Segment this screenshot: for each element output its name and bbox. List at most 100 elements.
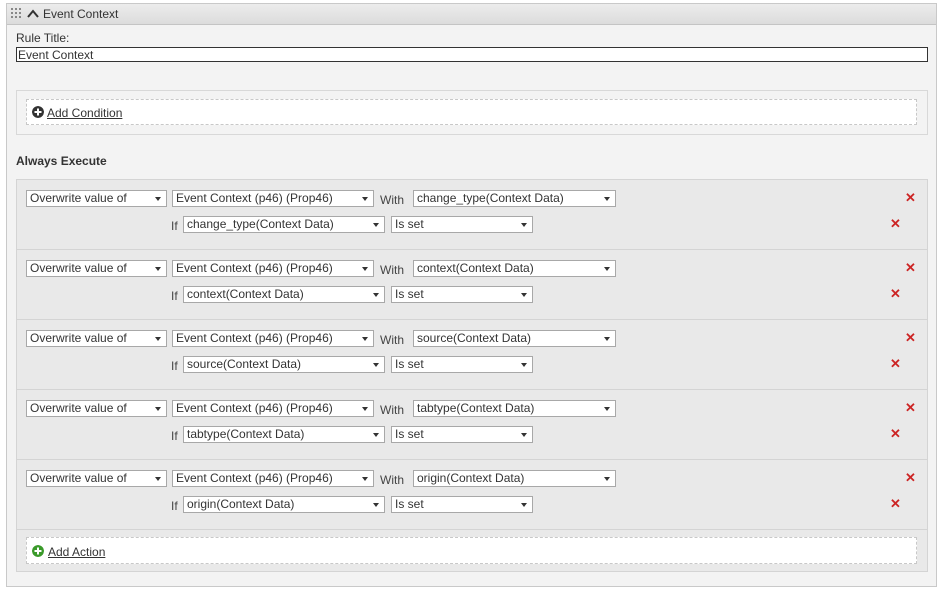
- with-value: origin(Context Data): [417, 471, 525, 485]
- delete-condition-close-icon[interactable]: ✕: [890, 217, 901, 230]
- add-action-link[interactable]: Add Action: [48, 545, 105, 559]
- delete-action-close-icon[interactable]: ✕: [905, 261, 916, 274]
- add-condition-area: Add Condition: [26, 99, 917, 125]
- if-condition-value: Is set: [395, 287, 424, 301]
- action-row: Overwrite value of Event Context (p46) (…: [17, 250, 927, 320]
- operation-select[interactable]: Overwrite value of: [26, 330, 167, 347]
- rule-panel: Event Context Rule Title: Add Condition …: [6, 3, 937, 587]
- operation-select[interactable]: Overwrite value of: [26, 190, 167, 207]
- with-value: source(Context Data): [417, 331, 532, 345]
- target-variable-select[interactable]: Event Context (p46) (Prop46): [172, 400, 374, 417]
- with-value: context(Context Data): [417, 261, 534, 275]
- plus-circle-icon[interactable]: [32, 106, 44, 118]
- if-label: If: [171, 359, 178, 373]
- panel-header[interactable]: Event Context: [7, 4, 936, 25]
- operation-value: Overwrite value of: [30, 471, 127, 485]
- with-label: With: [380, 473, 404, 487]
- if-variable-select[interactable]: tabtype(Context Data): [183, 426, 385, 443]
- dropdown-arrow-icon: [155, 197, 161, 201]
- dropdown-arrow-icon: [521, 433, 527, 437]
- delete-condition-close-icon[interactable]: ✕: [890, 497, 901, 510]
- target-variable-value: Event Context (p46) (Prop46): [176, 401, 333, 415]
- if-variable-value: change_type(Context Data): [187, 217, 334, 231]
- if-condition-select[interactable]: Is set: [391, 426, 533, 443]
- dropdown-arrow-icon: [362, 267, 368, 271]
- if-label: If: [171, 429, 178, 443]
- operation-value: Overwrite value of: [30, 191, 127, 205]
- if-variable-value: tabtype(Context Data): [187, 427, 305, 441]
- delete-action-close-icon[interactable]: ✕: [905, 191, 916, 204]
- operation-value: Overwrite value of: [30, 401, 127, 415]
- with-label: With: [380, 403, 404, 417]
- operation-select[interactable]: Overwrite value of: [26, 400, 167, 417]
- action-row: Overwrite value of Event Context (p46) (…: [17, 320, 927, 390]
- with-value-select[interactable]: tabtype(Context Data): [413, 400, 616, 417]
- target-variable-value: Event Context (p46) (Prop46): [176, 191, 333, 205]
- rule-title-input[interactable]: [16, 47, 928, 62]
- target-variable-select[interactable]: Event Context (p46) (Prop46): [172, 330, 374, 347]
- dropdown-arrow-icon: [373, 363, 379, 367]
- dropdown-arrow-icon: [604, 197, 610, 201]
- if-variable-value: context(Context Data): [187, 287, 304, 301]
- dropdown-arrow-icon: [362, 477, 368, 481]
- dropdown-arrow-icon: [521, 503, 527, 507]
- always-execute-heading: Always Execute: [16, 154, 107, 168]
- action-row: Overwrite value of Event Context (p46) (…: [17, 460, 927, 530]
- if-variable-select[interactable]: change_type(Context Data): [183, 216, 385, 233]
- drag-grip-icon[interactable]: [11, 8, 21, 18]
- if-condition-select[interactable]: Is set: [391, 356, 533, 373]
- if-variable-value: origin(Context Data): [187, 497, 295, 511]
- with-value-select[interactable]: source(Context Data): [413, 330, 616, 347]
- operation-select[interactable]: Overwrite value of: [26, 260, 167, 277]
- with-label: With: [380, 333, 404, 347]
- if-variable-select[interactable]: origin(Context Data): [183, 496, 385, 513]
- with-value: tabtype(Context Data): [417, 401, 535, 415]
- chevron-up-icon[interactable]: [27, 9, 39, 18]
- panel-title: Event Context: [43, 7, 119, 21]
- target-variable-value: Event Context (p46) (Prop46): [176, 471, 333, 485]
- if-condition-select[interactable]: Is set: [391, 286, 533, 303]
- add-condition-link[interactable]: Add Condition: [47, 106, 122, 120]
- dropdown-arrow-icon: [362, 197, 368, 201]
- action-row: Overwrite value of Event Context (p46) (…: [17, 180, 927, 250]
- delete-action-close-icon[interactable]: ✕: [905, 471, 916, 484]
- target-variable-select[interactable]: Event Context (p46) (Prop46): [172, 260, 374, 277]
- with-label: With: [380, 263, 404, 277]
- operation-value: Overwrite value of: [30, 331, 127, 345]
- plus-circle-green-icon[interactable]: [32, 545, 44, 557]
- delete-action-close-icon[interactable]: ✕: [905, 331, 916, 344]
- add-action-area: Add Action: [26, 537, 917, 564]
- if-condition-value: Is set: [395, 497, 424, 511]
- delete-condition-close-icon[interactable]: ✕: [890, 427, 901, 440]
- dropdown-arrow-icon: [155, 337, 161, 341]
- with-value-select[interactable]: context(Context Data): [413, 260, 616, 277]
- if-condition-value: Is set: [395, 427, 424, 441]
- with-value-select[interactable]: change_type(Context Data): [413, 190, 616, 207]
- target-variable-select[interactable]: Event Context (p46) (Prop46): [172, 470, 374, 487]
- if-variable-select[interactable]: source(Context Data): [183, 356, 385, 373]
- rule-title-label: Rule Title:: [16, 31, 70, 45]
- operation-value: Overwrite value of: [30, 261, 127, 275]
- delete-condition-close-icon[interactable]: ✕: [890, 357, 901, 370]
- dropdown-arrow-icon: [604, 337, 610, 341]
- delete-action-close-icon[interactable]: ✕: [905, 401, 916, 414]
- delete-condition-close-icon[interactable]: ✕: [890, 287, 901, 300]
- if-label: If: [171, 289, 178, 303]
- if-condition-select[interactable]: Is set: [391, 216, 533, 233]
- dropdown-arrow-icon: [521, 363, 527, 367]
- target-variable-select[interactable]: Event Context (p46) (Prop46): [172, 190, 374, 207]
- dropdown-arrow-icon: [155, 267, 161, 271]
- if-variable-select[interactable]: context(Context Data): [183, 286, 385, 303]
- with-value-select[interactable]: origin(Context Data): [413, 470, 616, 487]
- dropdown-arrow-icon: [373, 503, 379, 507]
- dropdown-arrow-icon: [362, 337, 368, 341]
- if-condition-value: Is set: [395, 217, 424, 231]
- dropdown-arrow-icon: [155, 477, 161, 481]
- dropdown-arrow-icon: [373, 433, 379, 437]
- dropdown-arrow-icon: [604, 407, 610, 411]
- dropdown-arrow-icon: [362, 407, 368, 411]
- dropdown-arrow-icon: [155, 407, 161, 411]
- if-condition-select[interactable]: Is set: [391, 496, 533, 513]
- operation-select[interactable]: Overwrite value of: [26, 470, 167, 487]
- dropdown-arrow-icon: [604, 477, 610, 481]
